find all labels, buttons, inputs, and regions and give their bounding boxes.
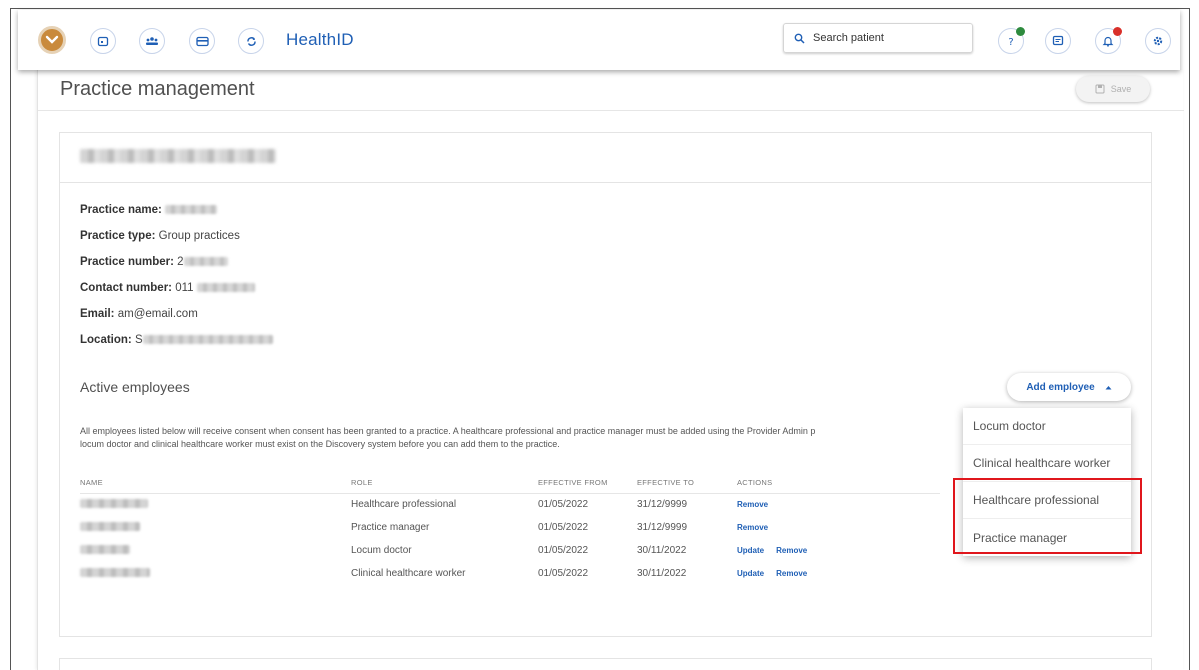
actions-cell: Remove xyxy=(737,516,940,539)
svg-text:?: ? xyxy=(1008,37,1013,47)
employee-role: Locum doctor xyxy=(351,545,412,556)
search-icon xyxy=(794,33,805,44)
help-icon[interactable]: ? xyxy=(998,27,1025,54)
column-header-effective-from[interactable]: EFFECTIVE FROM xyxy=(538,473,637,494)
effective-from: 01/05/2022 xyxy=(538,522,589,533)
employee-name-cell xyxy=(80,562,351,585)
employee-role: Practice manager xyxy=(351,522,430,533)
card-icon[interactable] xyxy=(189,28,215,54)
redacted-practice-number xyxy=(183,257,228,267)
practice-card-header xyxy=(60,133,1151,183)
settings-icon[interactable] xyxy=(1145,28,1171,54)
employees-table: NAME ROLE EFFECTIVE FROM EFFECTIVE TO AC… xyxy=(80,473,940,585)
employee-name-cell xyxy=(80,516,351,539)
contact-number-value: 011 xyxy=(175,282,194,294)
column-header-name[interactable]: NAME xyxy=(80,473,351,494)
effective-to: 31/12/9999 xyxy=(637,522,688,533)
effective-from: 01/05/2022 xyxy=(538,568,589,579)
save-icon xyxy=(1095,84,1105,94)
practice-card: Practice name: Practice type: Group prac… xyxy=(59,132,1152,637)
menu-item-clinical-healthcare-worker[interactable]: Clinical healthcare worker xyxy=(963,445,1131,482)
chat-icon[interactable] xyxy=(1045,28,1071,54)
column-header-effective-to[interactable]: EFFECTIVE TO xyxy=(637,473,737,494)
column-header-actions: ACTIONS xyxy=(737,473,940,494)
active-employees-title: Active employees xyxy=(80,379,190,395)
actions-cell: Remove xyxy=(737,493,940,516)
remove-link[interactable]: Remove xyxy=(737,500,768,509)
effective-to: 31/12/9999 xyxy=(637,499,688,511)
page-title: Practice management xyxy=(60,78,255,100)
remove-link[interactable]: Remove xyxy=(776,569,807,578)
effective-to: 30/11/2022 xyxy=(637,568,687,579)
practice-name-label: Practice name: xyxy=(80,204,162,216)
consent-notice-line-1: All employees listed below will receive … xyxy=(80,426,816,436)
redacted-location xyxy=(142,335,273,345)
table-row: Clinical healthcare worker 01/05/2022 30… xyxy=(80,562,940,585)
effective-to: 30/11/2022 xyxy=(637,545,687,556)
location-row: Location: S xyxy=(80,334,273,346)
table-row: Locum doctor 01/05/2022 30/11/2022 Updat… xyxy=(80,539,940,562)
save-label: Save xyxy=(1110,84,1132,94)
table-row: Healthcare professional 01/05/2022 31/12… xyxy=(80,493,940,516)
notification-dot xyxy=(1113,27,1122,36)
top-navigation-bar: HealthID Search patient ? xyxy=(18,10,1180,70)
update-link[interactable]: Update xyxy=(737,569,764,578)
employee-name-cell xyxy=(80,493,351,516)
add-employee-button[interactable]: Add employee xyxy=(1007,373,1131,401)
location-label: Location: xyxy=(80,334,132,346)
email-row: Email: am@email.com xyxy=(80,308,198,320)
employee-role: Clinical healthcare worker xyxy=(351,568,466,579)
redacted-employee-name xyxy=(80,567,150,577)
redacted-employee-name xyxy=(80,498,148,508)
employee-role: Healthcare professional xyxy=(351,499,457,511)
next-card-edge xyxy=(59,658,1152,670)
brand-name[interactable]: HealthID xyxy=(286,30,354,50)
redacted-practice-heading xyxy=(80,149,276,163)
consent-notice: All employees listed below will receive … xyxy=(80,425,960,451)
highlight-box xyxy=(953,478,1142,554)
app-logo[interactable] xyxy=(38,26,66,54)
table-row: Practice manager 01/05/2022 31/12/9999 R… xyxy=(80,516,940,539)
remove-link[interactable]: Remove xyxy=(776,546,807,555)
practice-number-value: 2 xyxy=(177,256,184,268)
actions-cell: Update Remove xyxy=(737,539,940,562)
email-label: Email: xyxy=(80,308,115,320)
title-divider xyxy=(38,110,1184,111)
practice-name-row: Practice name: xyxy=(80,204,218,216)
table-header-row: NAME ROLE EFFECTIVE FROM EFFECTIVE TO AC… xyxy=(80,473,940,494)
consent-notice-line-2: locum doctor and clinical healthcare wor… xyxy=(80,439,560,449)
column-header-role[interactable]: ROLE xyxy=(351,473,538,494)
contact-number-row: Contact number: 011 xyxy=(80,282,255,294)
practice-type-row: Practice type: Group practices xyxy=(80,230,240,242)
effective-from: 01/05/2022 xyxy=(538,545,589,556)
add-employee-label: Add employee xyxy=(1026,381,1095,393)
sync-icon[interactable] xyxy=(238,28,264,54)
contact-number-label: Contact number: xyxy=(80,282,172,294)
update-link[interactable]: Update xyxy=(737,546,764,555)
effective-from: 01/05/2022 xyxy=(538,499,589,511)
practice-number-row: Practice number: 2 xyxy=(80,256,228,268)
group-icon[interactable] xyxy=(139,28,165,54)
menu-item-locum-doctor[interactable]: Locum doctor xyxy=(963,408,1131,445)
remove-link[interactable]: Remove xyxy=(737,523,768,532)
redacted-employee-name xyxy=(80,544,130,554)
redacted-employee-name xyxy=(80,521,140,531)
bell-icon[interactable] xyxy=(1095,27,1122,54)
caret-up-icon xyxy=(1105,385,1112,389)
redacted-practice-name xyxy=(165,205,218,215)
calendar-icon[interactable] xyxy=(90,28,116,54)
location-value: S xyxy=(134,334,143,346)
search-placeholder: Search patient xyxy=(813,32,884,44)
practice-number-label: Practice number: xyxy=(80,256,174,268)
search-input[interactable]: Search patient xyxy=(783,23,973,53)
actions-cell: Update Remove xyxy=(737,562,940,585)
employee-name-cell xyxy=(80,539,351,562)
practice-type-label: Practice type: xyxy=(80,230,156,242)
practice-management-page: Practice management Save Practice name: … xyxy=(37,70,1184,670)
redacted-contact-number xyxy=(196,283,255,293)
save-button[interactable]: Save xyxy=(1076,76,1150,102)
email-value: am@email.com xyxy=(117,308,198,320)
help-status-dot xyxy=(1016,27,1025,36)
practice-type-value: Group practices xyxy=(158,230,240,242)
